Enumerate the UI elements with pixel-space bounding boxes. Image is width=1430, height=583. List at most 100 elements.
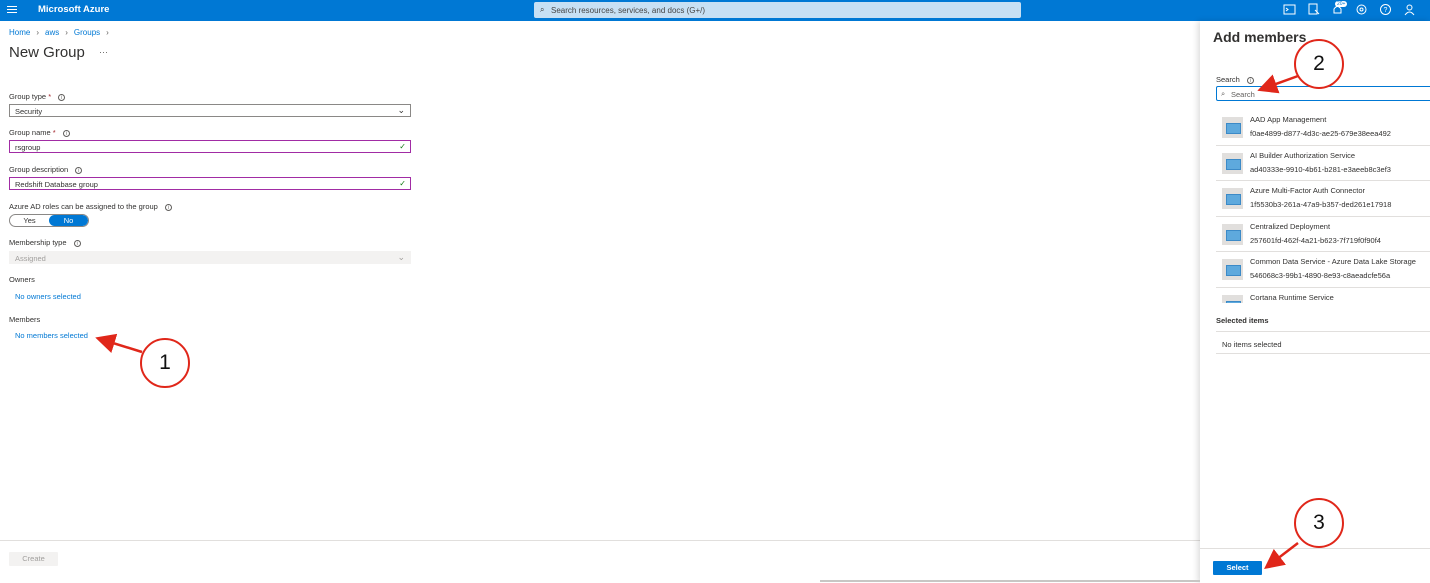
info-icon[interactable]: i (73, 239, 81, 247)
app-icon (1222, 294, 1243, 303)
topbar-icons: 20+ ? (1283, 1, 1416, 16)
list-item[interactable]: Centralized Deployment 257601fd-462f-4a2… (1216, 217, 1430, 252)
panel-title: Add members (1213, 29, 1307, 45)
app-icon (1222, 223, 1243, 245)
info-icon[interactable]: i (75, 166, 83, 174)
required-mark: * (48, 92, 52, 101)
chevron-right-icon: › (65, 28, 68, 37)
app-icon (1222, 188, 1243, 209)
member-name: Centralized Deployment (1250, 221, 1331, 231)
selected-items-title: Selected items (1216, 316, 1269, 325)
more-options-icon[interactable]: ··· (99, 47, 108, 57)
panel-search-label-text: Search (1216, 75, 1240, 84)
group-name-label: Group name * i (9, 128, 70, 137)
breadcrumb: Home › aws › Groups › (9, 28, 109, 37)
group-name-input[interactable]: rsgroup ✓ (9, 140, 411, 153)
membership-type-value: Assigned (15, 254, 46, 263)
member-name: Azure Multi-Factor Auth Connector (1250, 186, 1366, 195)
list-item[interactable]: Azure Multi-Factor Auth Connector 1f5530… (1216, 181, 1430, 217)
breadcrumb-groups[interactable]: Groups (74, 28, 100, 37)
callout-3: 3 (1294, 498, 1344, 548)
group-type-label-text: Group type (9, 92, 47, 101)
app-icon (1222, 259, 1243, 280)
top-bar: Microsoft Azure ⌕ Search resources, serv… (0, 0, 1430, 21)
panel-footer-divider (1200, 548, 1430, 549)
member-id: ad40333e-9910-4b61-b281-e3aeeb8c3ef3 (1250, 164, 1391, 174)
notification-badge: 20+ (1335, 1, 1348, 7)
cloud-shell-icon[interactable] (1283, 3, 1296, 16)
owners-link[interactable]: No owners selected (15, 292, 81, 301)
page-title: New Group (9, 44, 85, 61)
chevron-right-icon: › (106, 28, 109, 37)
chevron-right-icon: › (36, 28, 40, 37)
member-id: 1f5530b3-261a-47a9-b357-ded261e17918 (1250, 200, 1392, 209)
breadcrumb-aws[interactable]: aws (45, 28, 59, 37)
member-search-placeholder: Search (1231, 89, 1255, 99)
group-name-label-text: Group name (9, 128, 51, 137)
group-description-label: Group description i (9, 165, 83, 174)
footer-divider (0, 540, 1200, 541)
create-button[interactable]: Create (9, 552, 58, 566)
members-link[interactable]: No members selected (15, 331, 88, 340)
checkmark-icon: ✓ (399, 142, 406, 151)
directory-filter-icon[interactable] (1307, 3, 1320, 16)
membership-type-label: Membership type i (9, 238, 81, 247)
search-icon: ⌕ (540, 5, 545, 14)
callout-1: 1 (140, 338, 190, 388)
hamburger-menu-icon[interactable] (7, 4, 17, 16)
info-icon[interactable]: i (164, 203, 172, 211)
settings-gear-icon[interactable] (1355, 3, 1368, 16)
search-icon: ⌕ (1221, 89, 1226, 98)
feedback-icon[interactable] (1403, 3, 1416, 16)
arrow-1 (95, 333, 143, 354)
callout-2: 2 (1294, 39, 1344, 89)
membership-type-label-text: Membership type (9, 238, 67, 247)
ad-roles-no[interactable]: No (49, 215, 88, 226)
group-description-label-text: Group description (9, 165, 69, 174)
brand-title[interactable]: Microsoft Azure (38, 4, 109, 15)
member-id: 546068c3-99b1-4890-8e93-c8aeadcfe56a (1250, 271, 1391, 280)
list-item[interactable]: AAD App Management f0ae4899-d877-4d3c-ae… (1216, 110, 1430, 146)
ad-roles-label: Azure AD roles can be assigned to the gr… (9, 202, 172, 211)
info-icon[interactable]: i (1246, 76, 1254, 84)
group-type-value: Security (15, 107, 43, 116)
info-icon[interactable]: i (62, 129, 70, 137)
chevron-down-icon: ⌄ (397, 105, 405, 115)
list-item[interactable]: Cortana Runtime Service (1216, 288, 1430, 303)
app-icon (1222, 152, 1243, 174)
ad-roles-yes[interactable]: Yes (10, 215, 49, 226)
divider (1216, 353, 1430, 354)
global-search-placeholder: Search resources, services, and docs (G+… (551, 5, 706, 15)
membership-type-select: Assigned ⌄ (9, 251, 411, 264)
member-name: AAD App Management (1250, 115, 1327, 124)
member-name: Cortana Runtime Service (1250, 292, 1334, 302)
required-mark: * (52, 128, 56, 137)
group-description-input[interactable]: Redshift Database group ✓ (9, 177, 411, 190)
help-icon[interactable]: ? (1379, 3, 1392, 16)
checkmark-icon: ✓ (399, 179, 406, 188)
group-type-select[interactable]: Security ⌄ (9, 104, 411, 117)
app-icon (1222, 117, 1243, 138)
chevron-down-icon: ⌄ (397, 252, 405, 262)
global-search-input[interactable]: ⌕ Search resources, services, and docs (… (534, 2, 1021, 18)
horizontal-scrollbar[interactable] (820, 580, 1200, 582)
group-type-label: Group type * i (9, 92, 66, 101)
member-list: AAD App Management f0ae4899-d877-4d3c-ae… (1216, 110, 1430, 303)
member-id: f0ae4899-d877-4d3c-ae25-679e38eea492 (1250, 129, 1391, 138)
ad-roles-toggle[interactable]: Yes No (9, 214, 89, 227)
no-items-selected: No items selected (1222, 340, 1282, 349)
notifications-icon[interactable]: 20+ (1331, 1, 1348, 16)
member-name: AI Builder Authorization Service (1250, 150, 1356, 160)
breadcrumb-home[interactable]: Home (9, 28, 30, 37)
select-button[interactable]: Select (1213, 561, 1262, 575)
group-name-value: rsgroup (15, 143, 41, 152)
info-icon[interactable]: i (58, 93, 66, 101)
member-id: 257601fd-462f-4a21-b623-7f719f0f90f4 (1250, 235, 1381, 245)
members-label: Members (9, 315, 41, 324)
svg-text:?: ? (1384, 7, 1388, 14)
list-item[interactable]: AI Builder Authorization Service ad40333… (1216, 146, 1430, 181)
owners-label: Owners (9, 275, 35, 284)
list-item[interactable]: Common Data Service - Azure Data Lake St… (1216, 252, 1430, 288)
ad-roles-label-text: Azure AD roles can be assigned to the gr… (9, 202, 158, 211)
group-description-value: Redshift Database group (15, 180, 98, 189)
